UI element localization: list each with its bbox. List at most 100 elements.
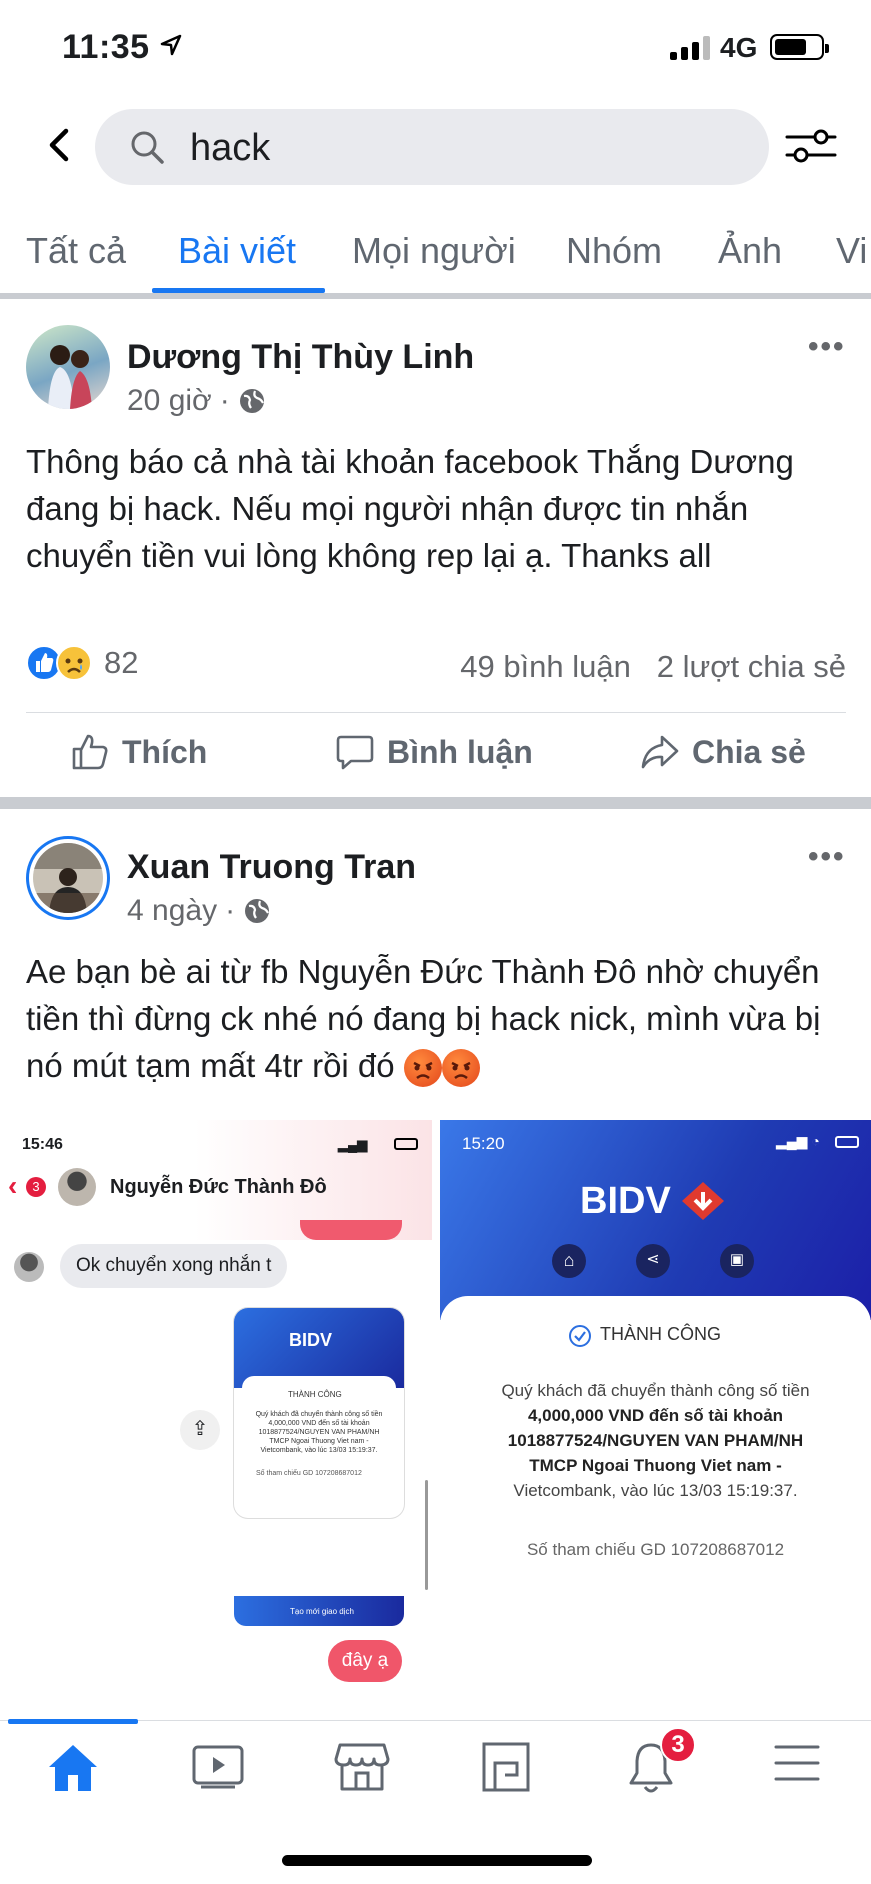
receipt-battery-icon — [835, 1136, 859, 1148]
post-actions: Thích Bình luận Chia sẻ — [0, 732, 871, 792]
image-chat-bubble: Ok chuyển xong nhắn t — [60, 1244, 288, 1288]
receipt-reference: Số tham chiếu GD 107208687012 — [526, 1540, 785, 1559]
post-image-receipt[interactable]: 15:20 ▂▄▆ ◔ BIDV ⌂ ⋖ ▣ THÀNH CÔNG Quý kh… — [440, 1120, 871, 1720]
pages-flag-icon — [482, 1742, 530, 1792]
image-reply-bubble: đây ạ — [328, 1640, 402, 1682]
image-mini-text: Quý khách đã chuyển thành công số tiền 4… — [255, 1411, 383, 1454]
post-text: Thông báo cả nhà tài khoản facebook Thắn… — [26, 443, 794, 574]
image-share-icon: ⇪ — [180, 1410, 220, 1450]
image-status-time: 15:46 — [22, 1136, 63, 1153]
image-unread-badge: 3 — [26, 1177, 46, 1197]
tab-posts[interactable]: Bài viết — [178, 230, 296, 272]
image-back-icon: ‹ — [8, 1170, 18, 1201]
share-button[interactable]: Chia sẻ — [640, 732, 806, 772]
back-arrow-icon[interactable] — [40, 125, 80, 165]
home-icon — [49, 1745, 97, 1791]
like-label: Thích — [122, 733, 208, 770]
image-mini-receipt: BIDV THÀNH CÔNG Quý khách đã chuyển thàn… — [234, 1308, 404, 1518]
receipt-share-icon: ⋖ — [636, 1244, 670, 1278]
location-arrow-icon — [160, 34, 182, 56]
hamburger-menu-icon — [774, 1745, 820, 1781]
bank-logo-text: BIDV — [580, 1180, 671, 1222]
video-icon — [192, 1745, 244, 1789]
receipt-status-time: 15:20 — [462, 1134, 505, 1153]
post-image-chat[interactable]: 15:46 ▂▄▆ ‹ 3 Nguyễn Đức Thành Đô Ok chu… — [0, 1120, 432, 1720]
search-bar: hack — [0, 105, 871, 190]
thumbs-up-icon — [72, 734, 108, 770]
post-author[interactable]: Dương Thị Thùy Linh — [127, 338, 474, 377]
search-tabs: Tất cả Bài viết Mọi người Nhóm Ảnh Vi — [0, 218, 871, 294]
image-contact-avatar — [58, 1168, 96, 1206]
comments-shares[interactable]: 49 bình luận 2 lượt chia sẻ — [460, 649, 846, 685]
divider — [0, 293, 871, 299]
like-button[interactable]: Thích — [70, 732, 207, 772]
nav-pages[interactable] — [461, 1741, 551, 1821]
tab-videos[interactable]: Vi — [836, 230, 867, 272]
avatar[interactable] — [26, 836, 110, 920]
more-options-icon[interactable]: ••• — [808, 330, 846, 364]
tab-photos[interactable]: Ảnh — [718, 230, 782, 272]
comment-button[interactable]: Bình luận — [335, 732, 533, 772]
reaction-count[interactable]: 82 — [104, 645, 138, 681]
image-battery-icon — [394, 1138, 418, 1150]
globe-icon — [245, 899, 270, 923]
success-check-icon — [569, 1325, 591, 1347]
network-label: 4G — [720, 32, 758, 63]
tab-all[interactable]: Tất cả — [26, 230, 126, 272]
status-time: 11:35 — [62, 28, 150, 66]
post-text: Ae bạn bè ai từ fb Nguyễn Đức Thành Đô n… — [26, 948, 846, 1089]
nav-home[interactable] — [28, 1741, 118, 1821]
angry-emoji-icon — [441, 1049, 480, 1088]
receipt-line: Quý khách đã chuyển thành công số tiền — [501, 1381, 810, 1400]
signal-icon — [670, 36, 710, 60]
image-mini-status: THÀNH CÔNG — [288, 1390, 342, 1399]
bidv-logo-icon — [682, 1182, 724, 1220]
angry-emoji-icon — [403, 1049, 442, 1088]
share-icon — [641, 735, 679, 769]
receipt-body: Quý khách đã chuyển thành công số tiền 4… — [440, 1378, 871, 1503]
comment-icon — [336, 735, 374, 770]
comment-label: Bình luận — [387, 733, 533, 770]
post-card: Dương Thị Thùy Linh 20 giờ · ••• Thông bá… — [0, 300, 871, 800]
post-stats: 82 49 bình luận 2 lượt chia sẻ — [26, 645, 846, 689]
globe-icon — [239, 389, 264, 413]
receipt-status: THÀNH CÔNG — [600, 1324, 721, 1344]
post-meta: 20 giờ · — [127, 384, 266, 418]
divider — [26, 712, 846, 713]
receipt-line: 4,000,000 VND đến số tài khoản — [527, 1406, 784, 1425]
status-bar: 11:35 4G — [0, 0, 871, 100]
nav-marketplace[interactable] — [317, 1741, 407, 1821]
nav-menu[interactable] — [752, 1741, 842, 1821]
divider — [0, 797, 871, 809]
receipt-status-icons: ▂▄▆ ◔ — [776, 1133, 820, 1149]
home-indicator — [282, 1855, 592, 1866]
post-meta: 4 ngày · — [127, 894, 271, 928]
search-query: hack — [190, 127, 271, 169]
filter-icon[interactable] — [785, 125, 837, 167]
avatar[interactable] — [26, 325, 110, 409]
post-time: 4 ngày — [127, 894, 218, 927]
receipt-line: Vietcombank, vào lúc 13/03 15:19:37. — [513, 1481, 798, 1500]
notification-badge: 3 — [660, 1727, 696, 1763]
image-mini-bank: BIDV — [289, 1330, 333, 1350]
more-options-icon[interactable]: ••• — [808, 840, 846, 874]
receipt-line: 1018877524/NGUYEN VAN PHAM/NH — [507, 1431, 804, 1450]
active-nav-indicator — [8, 1719, 138, 1724]
tab-people[interactable]: Mọi người — [352, 230, 516, 272]
image-mini-button: Tạo mới giao dịch — [290, 1607, 354, 1616]
image-contact-name: Nguyễn Đức Thành Đô — [110, 1176, 327, 1198]
tab-groups[interactable]: Nhóm — [566, 230, 662, 272]
share-label: Chia sẻ — [692, 733, 806, 770]
receipt-home-icon: ⌂ — [552, 1244, 586, 1278]
post-time: 20 giờ — [127, 384, 212, 417]
post-author[interactable]: Xuan Truong Tran — [127, 848, 416, 887]
nav-watch[interactable] — [173, 1741, 263, 1821]
search-input[interactable]: hack — [95, 109, 769, 185]
battery-icon — [770, 34, 829, 60]
receipt-line: TMCP Ngoai Thuong Viet nam - — [529, 1456, 782, 1475]
receipt-image-icon: ▣ — [720, 1244, 754, 1278]
image-mini-ref: Số tham chiếu GD 107208687012 — [256, 1470, 362, 1477]
image-sender-avatar — [14, 1252, 44, 1282]
image-signal-icon: ▂▄▆ — [338, 1137, 368, 1152]
post-card: Xuan Truong Tran 4 ngày · ••• Ae bạn bè a… — [0, 810, 871, 1720]
